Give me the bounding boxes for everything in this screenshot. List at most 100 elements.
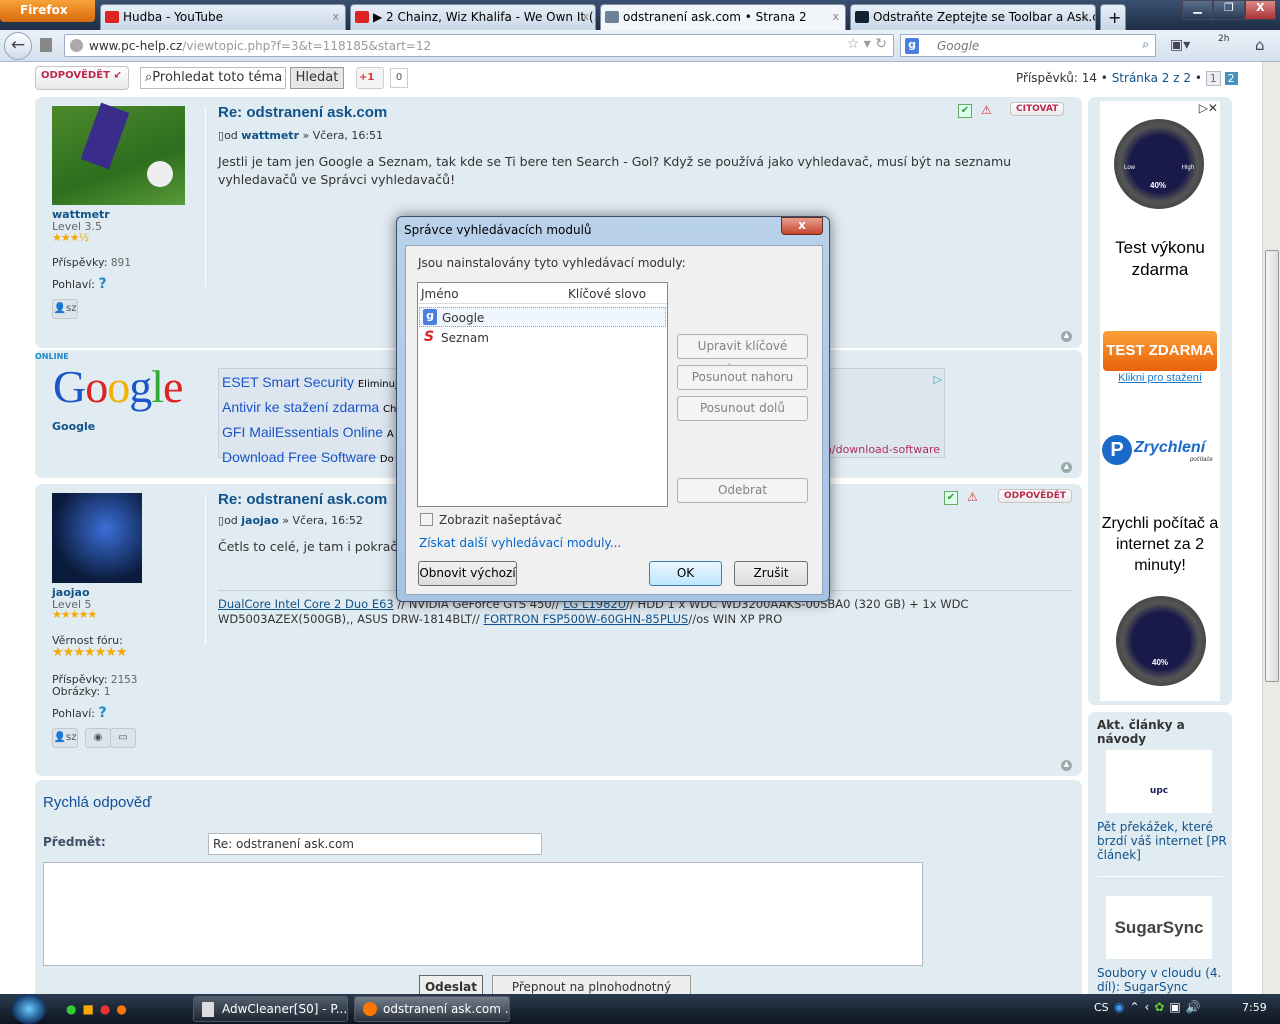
upc-logo[interactable]: upc bbox=[1106, 750, 1212, 813]
sig-link-cpu[interactable]: DualCore Intel Core 2 Duo E63 bbox=[218, 597, 394, 611]
close-window-button[interactable]: X bbox=[1244, 0, 1276, 20]
sugarsync-logo[interactable]: SugarSync bbox=[1106, 896, 1212, 959]
report-icon[interactable]: ⚠ bbox=[981, 103, 992, 117]
page-2-current[interactable]: 2 bbox=[1224, 72, 1238, 85]
start-button[interactable] bbox=[12, 994, 46, 1024]
reply-label: ODPOVĚDĚT bbox=[41, 70, 110, 81]
column-name[interactable]: Jméno bbox=[421, 287, 459, 301]
loyalty-stars: ★★★★★★★ bbox=[52, 645, 128, 660]
close-tab-icon[interactable]: x bbox=[832, 10, 839, 23]
engine-row-google[interactable]: g Google bbox=[419, 307, 666, 327]
send-button[interactable]: Odeslat bbox=[419, 975, 483, 994]
by-label: od bbox=[224, 514, 238, 527]
engine-name: Google bbox=[442, 311, 485, 325]
maximize-button[interactable]: ❐ bbox=[1213, 0, 1245, 20]
tab-groups-icon[interactable] bbox=[40, 38, 52, 52]
taskbar: ●■●● CS ◉⌃‹✿▣🔊 7:59 bbox=[0, 994, 1280, 1024]
quote-button[interactable]: CITOVAT bbox=[1010, 102, 1065, 116]
sig-link-psu[interactable]: FORTRON FSP500W-60GHN-85PLUS bbox=[483, 612, 688, 626]
suggest-label[interactable]: Zobrazit našeptávač bbox=[439, 513, 562, 527]
tab-pc-help[interactable]: odstranení ask.com • Strana 2 x bbox=[600, 4, 846, 30]
tray-icons[interactable]: ◉⌃‹✿▣🔊 bbox=[1114, 1000, 1206, 1014]
ad-close-icon[interactable]: ▷✕ bbox=[1199, 101, 1218, 115]
author-link[interactable]: jaojao bbox=[241, 514, 279, 527]
gallery-icon[interactable]: ▭ bbox=[110, 728, 136, 748]
message-textarea[interactable] bbox=[43, 862, 923, 966]
tab-mt[interactable]: Odstraňte Zeptejte se Toolbar a Ask.c...… bbox=[850, 4, 1096, 30]
pm-button[interactable]: 👤sz bbox=[52, 299, 78, 319]
url-bar[interactable]: www.pc-help.cz/viewtopic.php?f=3&t=11818… bbox=[64, 34, 894, 57]
language-indicator[interactable]: CS bbox=[1094, 1001, 1109, 1014]
move-up-button[interactable]: Posunout nahoru bbox=[677, 365, 808, 390]
download-link[interactable]: Klikni pro stažení bbox=[1100, 372, 1220, 384]
search-topic-button[interactable]: Hledat bbox=[290, 67, 344, 89]
post-body: Jestli je tam jen Google a Seznam, tak k… bbox=[218, 154, 1012, 187]
remove-button[interactable]: Odebrat bbox=[677, 478, 808, 503]
tab-youtube-video[interactable]: ▶ 2 Chainz, Wiz Khalifa - We Own It (...… bbox=[350, 4, 596, 30]
back-to-top-icon[interactable]: ▲ bbox=[1061, 462, 1072, 473]
minimize-button[interactable]: ▁ bbox=[1182, 0, 1214, 20]
adchoices-icon[interactable]: ▷ bbox=[934, 369, 942, 391]
report-icon[interactable]: ⚠ bbox=[967, 490, 978, 504]
bookmark-star-reload-icons[interactable]: ☆ ▾ ↻ bbox=[847, 36, 887, 52]
restore-defaults-button[interactable]: Obnovit výchozí bbox=[418, 561, 517, 586]
download-badge[interactable]: 2h bbox=[1218, 34, 1229, 44]
edit-keyword-button[interactable]: Upravit klíčové slovo... bbox=[677, 334, 808, 376]
pm-button[interactable]: 👤sz bbox=[52, 728, 78, 748]
ad-url[interactable]: m/download-software bbox=[821, 439, 940, 461]
taskbar-adwcleaner[interactable]: AdwCleaner[S0] - P... bbox=[193, 996, 348, 1022]
cancel-button[interactable]: Zrušit bbox=[734, 561, 808, 586]
close-tab-icon[interactable]: x bbox=[332, 10, 339, 23]
new-tab-button[interactable]: + bbox=[1100, 4, 1126, 30]
scrollbar-thumb[interactable] bbox=[1265, 250, 1279, 682]
post-title[interactable]: Re: odstranení ask.com bbox=[218, 491, 387, 508]
home-icon[interactable]: ⌂ bbox=[1255, 36, 1265, 54]
google-plus-one-button[interactable]: +1 bbox=[356, 67, 384, 89]
column-keyword[interactable]: Klíčové slovo bbox=[568, 287, 646, 301]
back-to-top-icon[interactable]: ▲ bbox=[1061, 331, 1072, 342]
get-more-engines-link[interactable]: Získat další vyhledávací moduly... bbox=[419, 536, 621, 550]
topic-search-input[interactable]: ⌕Prohledat toto téma bbox=[140, 67, 286, 89]
author-link[interactable]: wattmetr bbox=[241, 129, 299, 142]
ad-link-title[interactable]: GFI MailEssentials Online bbox=[222, 424, 383, 440]
close-tab-icon[interactable]: x bbox=[1082, 10, 1089, 23]
back-to-top-icon[interactable]: ▲ bbox=[1061, 760, 1072, 771]
ad-banner[interactable]: ▷✕ Low High 40% Test výkonu zdarma TEST ZD… bbox=[1100, 101, 1220, 701]
back-button[interactable]: ← bbox=[4, 32, 32, 60]
dialog-close-button[interactable]: x bbox=[781, 217, 823, 235]
tab-youtube-music[interactable]: Hudba - YouTube x bbox=[100, 4, 346, 30]
close-tab-icon[interactable]: x bbox=[582, 10, 589, 23]
reply-button[interactable]: ODPOVĚDĚT ↙ bbox=[35, 66, 129, 90]
search-bar[interactable]: g Google ⌕ bbox=[900, 34, 1156, 57]
move-down-button[interactable]: Posunout dolů bbox=[677, 396, 808, 421]
taskbar-item-label: odstranení ask.com ... bbox=[383, 1002, 510, 1016]
suggest-checkbox[interactable] bbox=[420, 513, 433, 526]
approve-icon[interactable]: ✔ bbox=[944, 491, 958, 505]
post-title[interactable]: Re: odstranení ask.com bbox=[218, 104, 387, 121]
ad-link-title[interactable]: Download Free Software bbox=[222, 449, 376, 465]
post-reply-button[interactable]: ODPOVĚDĚT bbox=[998, 489, 1072, 503]
vertical-scrollbar[interactable] bbox=[1262, 62, 1280, 994]
tab-bar: Firefox Hudba - YouTube x ▶ 2 Chainz, Wiz… bbox=[0, 0, 1280, 30]
test-free-button[interactable]: TEST ZDARMA bbox=[1103, 331, 1217, 371]
bookmarks-icon[interactable]: ▣▾ bbox=[1170, 37, 1190, 53]
quick-launch-icons[interactable]: ●■●● bbox=[66, 1002, 133, 1016]
full-editor-button[interactable]: Přepnout na plnohodnotný editor bbox=[492, 975, 691, 994]
search-icon[interactable]: ⌕ bbox=[1142, 37, 1149, 52]
ok-button[interactable]: OK bbox=[649, 561, 722, 586]
clock[interactable]: 7:59 bbox=[1242, 1001, 1267, 1014]
topic-search-value: Prohledat toto téma bbox=[152, 70, 283, 85]
firefox-menu-button[interactable]: Firefox bbox=[0, 0, 95, 22]
approve-icon[interactable]: ✔ bbox=[958, 104, 972, 118]
page-1-link[interactable]: 1 bbox=[1205, 71, 1221, 86]
ad-link-title[interactable]: Antivir ke stažení zdarma bbox=[222, 399, 379, 415]
engine-list[interactable]: Jméno Klíčové slovo g Google S Seznam bbox=[417, 282, 668, 507]
engine-row-seznam[interactable]: S Seznam bbox=[419, 328, 666, 348]
subject-input[interactable]: Re: odstranení ask.com bbox=[208, 833, 542, 855]
ad-link-title[interactable]: ESET Smart Security bbox=[222, 374, 354, 390]
taskbar-firefox[interactable]: odstranení ask.com ... bbox=[354, 996, 510, 1022]
google-engine-icon[interactable]: g bbox=[905, 38, 919, 54]
article-link[interactable]: Soubory v cloudu (4. díl): SugarSync bbox=[1097, 966, 1227, 994]
article-link[interactable]: Pět překážek, které brzdí váš internet [… bbox=[1097, 820, 1227, 862]
website-icon[interactable]: ◉ bbox=[85, 728, 111, 748]
